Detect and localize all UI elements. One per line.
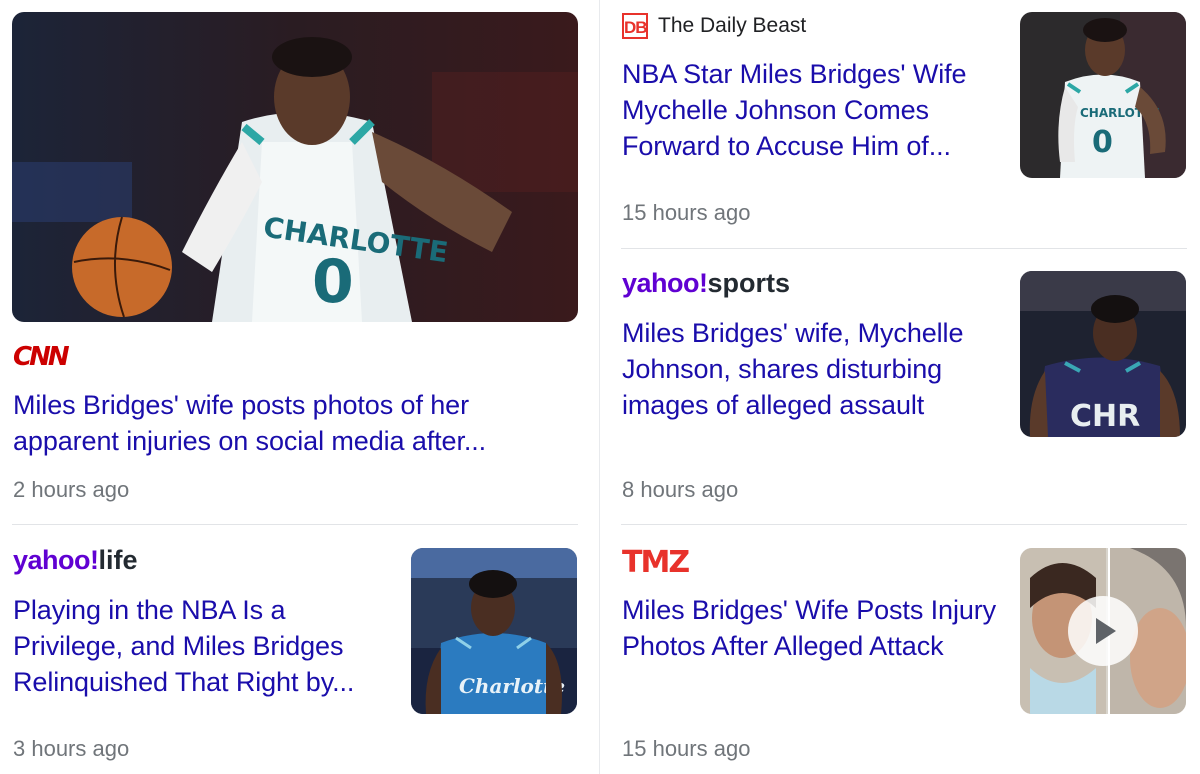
article-timestamp: 8 hours ago <box>622 477 739 502</box>
card-divider <box>12 524 578 525</box>
article-timestamp: 15 hours ago <box>622 200 751 225</box>
source-logo-yahoo-sports: yahoo!sports <box>622 268 790 299</box>
yahoo-section: sports <box>707 268 791 298</box>
svg-text:CHR: CHR <box>1070 399 1140 434</box>
article-thumbnail[interactable]: Charlotte <box>411 548 577 714</box>
article-headline[interactable]: Miles Bridges' wife, Mychelle Johnson, s… <box>622 315 1002 423</box>
yahoo-section: life <box>98 545 138 575</box>
article-thumbnail[interactable]: CHR <box>1020 271 1186 437</box>
article-timestamp: 15 hours ago <box>622 736 751 761</box>
source-logo-tmz: TMZ <box>622 545 690 580</box>
yahoo-brand: yahoo! <box>13 545 99 575</box>
article-timestamp: 2 hours ago <box>13 477 130 502</box>
article-image-large[interactable]: CHARLOTTE 0 <box>12 12 578 322</box>
yahoo-brand: yahoo! <box>622 268 708 298</box>
card-divider <box>621 524 1187 525</box>
daily-beast-badge: DB <box>622 13 648 39</box>
source-logo-cnn: CNN <box>13 342 70 372</box>
article-headline[interactable]: NBA Star Miles Bridges' Wife Mychelle Jo… <box>622 56 997 164</box>
svg-text:0: 0 <box>1092 125 1113 160</box>
column-divider <box>599 0 600 774</box>
card-divider <box>621 248 1187 249</box>
play-icon[interactable] <box>1068 596 1138 666</box>
svg-text:0: 0 <box>312 247 354 317</box>
article-headline[interactable]: Playing in the NBA Is a Privilege, and M… <box>13 592 388 700</box>
source-logo-daily-beast: DB The Daily Beast <box>622 13 806 39</box>
article-timestamp: 3 hours ago <box>13 736 130 761</box>
article-thumbnail[interactable]: CHARLOTTE 0 <box>1020 12 1186 178</box>
article-headline[interactable]: Miles Bridges' wife posts photos of her … <box>13 387 553 459</box>
video-thumbnail[interactable] <box>1020 548 1186 714</box>
source-logo-yahoo-life: yahoo!life <box>13 545 138 576</box>
article-headline[interactable]: Miles Bridges' Wife Posts Injury Photos … <box>622 592 997 664</box>
source-name: The Daily Beast <box>658 14 807 37</box>
